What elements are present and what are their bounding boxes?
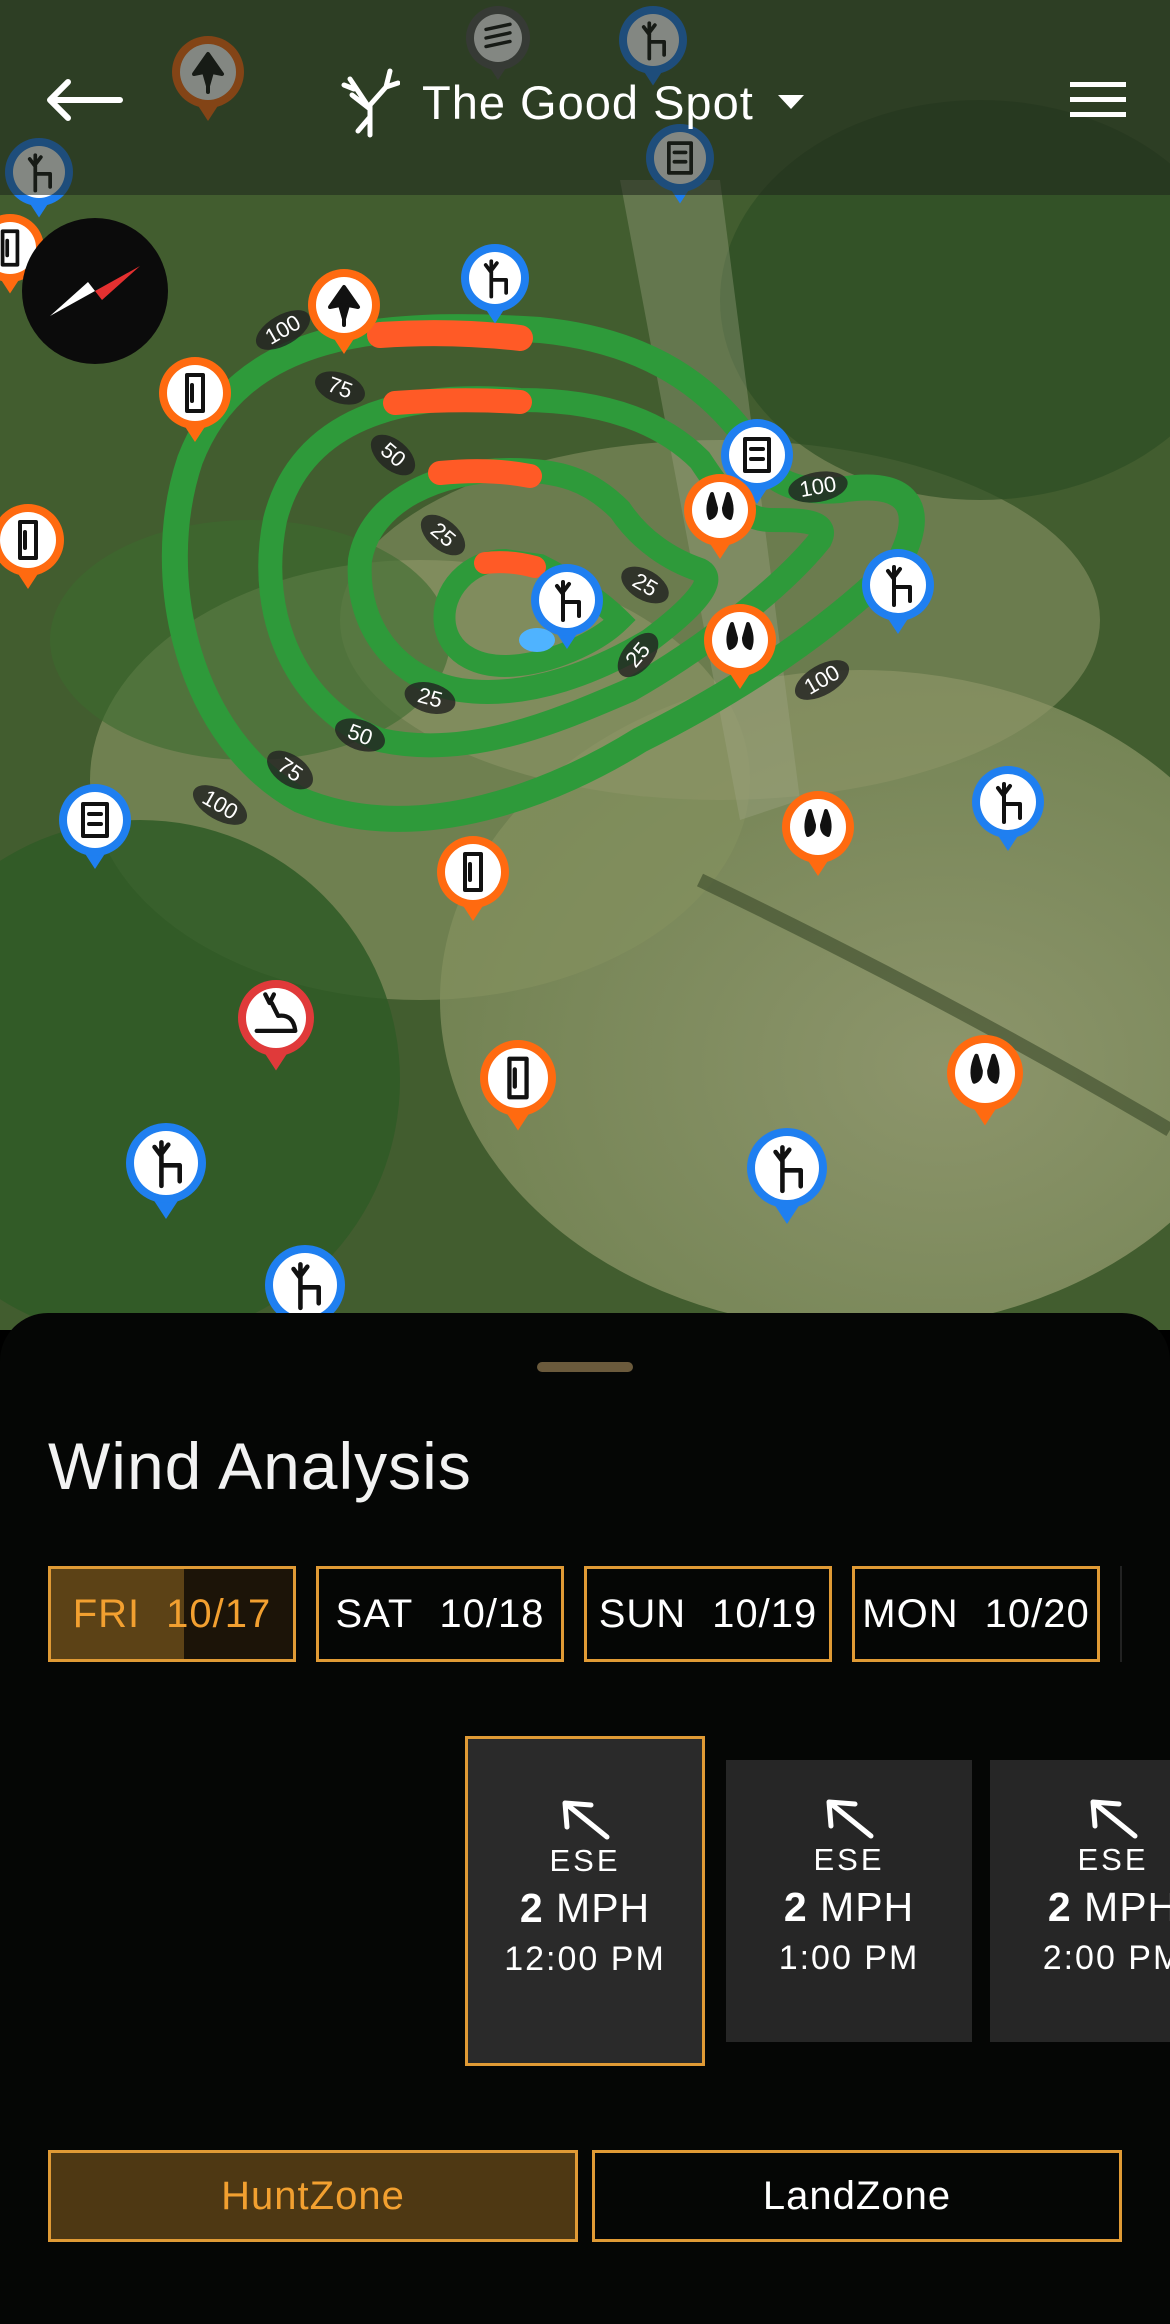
hamburger-menu-icon[interactable] bbox=[1068, 78, 1128, 122]
day-tab-dow: MON bbox=[862, 1591, 959, 1636]
compass-button[interactable] bbox=[22, 218, 168, 364]
hourly-wind-list[interactable]: ESE 2 MPH 12:00 PM ESE 2 MPH 1:00 PM ESE… bbox=[0, 1732, 1170, 2072]
wind-speed-value: 2 bbox=[1047, 1884, 1072, 1930]
arrow-left-icon[interactable] bbox=[40, 70, 130, 130]
property-selector[interactable]: The Good Spot bbox=[340, 62, 806, 142]
wind-speed-value: 2 bbox=[783, 1884, 808, 1930]
sheet-title: Wind Analysis bbox=[48, 1429, 472, 1503]
day-tabs: FRI 10/17 SAT 10/18 SUN 10/19 MON 10/20 bbox=[48, 1566, 1122, 1662]
day-tab-mon[interactable]: MON 10/20 bbox=[852, 1566, 1100, 1662]
wind-speed: 2 MPH bbox=[468, 1885, 702, 1932]
hour-time: 2:00 PM bbox=[1042, 1939, 1170, 1977]
hour-card[interactable]: ESE 2 MPH 2:00 PM bbox=[990, 1760, 1170, 2042]
day-tab-date: 10/18 bbox=[439, 1591, 545, 1636]
zone-buttons: HuntZone LandZone bbox=[48, 2150, 1122, 2242]
wind-arrow-icon bbox=[562, 1800, 610, 1840]
wind-speed-value: 2 bbox=[519, 1885, 544, 1931]
huntzone-button[interactable]: HuntZone bbox=[48, 2150, 578, 2242]
wind-speed-unit: MPH bbox=[820, 1884, 915, 1930]
wind-speed: 2 MPH bbox=[726, 1884, 972, 1931]
wind-speed-unit: MPH bbox=[556, 1885, 651, 1931]
day-tab-overflow bbox=[1120, 1566, 1122, 1662]
caret-down-icon[interactable] bbox=[776, 92, 806, 112]
wind-arrow-icon bbox=[1090, 1799, 1138, 1839]
day-tab-date: 10/20 bbox=[984, 1591, 1090, 1636]
wind-speed-unit: MPH bbox=[1084, 1884, 1170, 1930]
sheet-drag-handle[interactable] bbox=[537, 1362, 633, 1372]
wind-speed: 2 MPH bbox=[990, 1884, 1170, 1931]
day-tab-dow: FRI bbox=[72, 1591, 141, 1636]
wind-direction: ESE bbox=[549, 1843, 621, 1878]
wind-arrow-icon bbox=[826, 1799, 874, 1839]
hour-card[interactable]: ESE 2 MPH 1:00 PM bbox=[726, 1760, 972, 2042]
hour-time: 12:00 PM bbox=[504, 1940, 666, 1978]
wind-direction: ESE bbox=[1077, 1842, 1149, 1877]
day-tab-sat[interactable]: SAT 10/18 bbox=[316, 1566, 564, 1662]
wind-direction: ESE bbox=[813, 1842, 885, 1877]
day-tab-fri[interactable]: FRI 10/17 bbox=[48, 1566, 296, 1662]
page-title: The Good Spot bbox=[422, 75, 754, 129]
deer-antler-logo-icon bbox=[341, 68, 400, 138]
day-tab-date: 10/19 bbox=[712, 1591, 818, 1636]
hour-time: 1:00 PM bbox=[778, 1939, 920, 1977]
day-tab-sun[interactable]: SUN 10/19 bbox=[584, 1566, 832, 1662]
day-tab-dow: SAT bbox=[335, 1591, 414, 1636]
day-tab-date: 10/17 bbox=[166, 1591, 272, 1636]
satellite-map[interactable]: 100 75 50 25 25 25 25 50 75 100 100 100 bbox=[0, 0, 1170, 1330]
current-location-dot bbox=[519, 628, 555, 652]
hour-card[interactable]: ESE 2 MPH 12:00 PM bbox=[465, 1736, 705, 2066]
day-tab-dow: SUN bbox=[598, 1591, 687, 1636]
landzone-button[interactable]: LandZone bbox=[592, 2150, 1122, 2242]
compass-icon bbox=[50, 266, 140, 316]
